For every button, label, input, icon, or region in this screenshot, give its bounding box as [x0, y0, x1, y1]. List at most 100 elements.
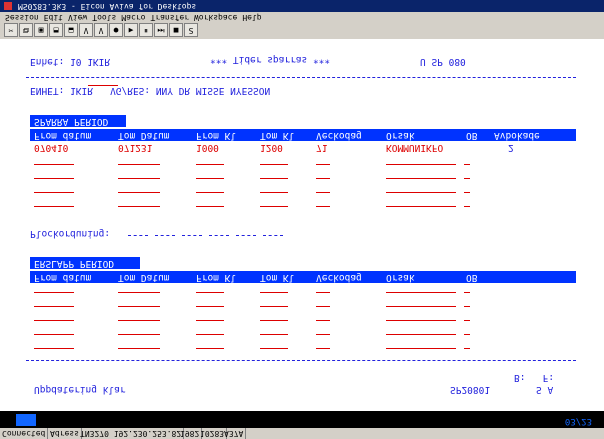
toolbar-button[interactable]: ✂ [4, 23, 18, 37]
row-orsak[interactable]: KOMMUNIKFO [386, 142, 443, 153]
input-field-line[interactable] [118, 348, 160, 349]
input-field-line[interactable] [34, 292, 74, 293]
plock-label: Plockorduning: [30, 228, 111, 239]
input-field-line[interactable] [260, 320, 288, 321]
toolbar-button[interactable]: ⬒ [49, 23, 63, 37]
input-field-line[interactable] [118, 164, 160, 165]
input-field-line[interactable] [196, 348, 224, 349]
input-field-line[interactable] [386, 206, 456, 207]
input-field-line[interactable] [386, 320, 456, 321]
toolbar-button[interactable]: ⧉ [19, 23, 33, 37]
input-field-line[interactable] [260, 292, 288, 293]
input-field-line[interactable] [34, 348, 74, 349]
toolbar-button[interactable]: V [79, 23, 93, 37]
menu-item-edit[interactable]: Edit [44, 13, 63, 22]
input-field-line[interactable] [196, 306, 224, 307]
screen-title: Uppdatering klar [34, 384, 126, 395]
input-field-line[interactable] [196, 206, 224, 207]
input-field-line[interactable] [464, 348, 470, 349]
input-field-line[interactable] [386, 292, 456, 293]
input-field-line[interactable] [34, 164, 74, 165]
input-field-line[interactable] [260, 164, 288, 165]
menu-item-workspace[interactable]: Workspace [194, 13, 237, 22]
input-field-line[interactable] [316, 306, 330, 307]
input-field-line[interactable] [464, 192, 470, 193]
toolbar-button[interactable]: ⏭ [154, 23, 168, 37]
toolbar-button[interactable]: ▣ [34, 23, 48, 37]
row-tom-date[interactable]: 071231 [118, 142, 152, 153]
input-field-line[interactable] [118, 192, 160, 193]
plock-slot[interactable] [155, 235, 175, 236]
input-field-line[interactable] [386, 192, 456, 193]
input-field-line[interactable] [118, 320, 160, 321]
input-field-line[interactable] [386, 306, 456, 307]
input-field-line[interactable] [196, 292, 224, 293]
input-field-line[interactable] [260, 206, 288, 207]
plock-slot[interactable] [182, 235, 202, 236]
input-field-line[interactable] [118, 178, 160, 179]
input-field-line[interactable] [386, 348, 456, 349]
input-field-line[interactable] [386, 178, 456, 179]
col-from-datum: From datum [34, 272, 92, 283]
toolbar-button[interactable]: ⬓ [64, 23, 78, 37]
input-field-line[interactable] [386, 164, 456, 165]
input-field-line[interactable] [464, 320, 470, 321]
input-field-line[interactable] [316, 192, 330, 193]
input-field-line[interactable] [34, 206, 74, 207]
toolbar-button[interactable]: ⏸ [139, 23, 153, 37]
input-field-line[interactable] [316, 348, 330, 349]
menu-item-session[interactable]: Session [5, 13, 39, 22]
plock-slot[interactable] [236, 235, 256, 236]
input-field-line[interactable] [260, 192, 288, 193]
input-field-line[interactable] [118, 292, 160, 293]
col-tom-datum: Tom Datum [118, 272, 170, 283]
toolbar-button[interactable]: V [94, 23, 108, 37]
menu-item-macro[interactable]: Macro [121, 13, 145, 22]
plock-slot[interactable] [128, 235, 148, 236]
input-field-line[interactable] [196, 192, 224, 193]
input-field-line[interactable] [316, 206, 330, 207]
menu-item-help[interactable]: Help [242, 13, 261, 22]
input-field-line[interactable] [34, 320, 74, 321]
toolbar-button[interactable]: ▶ [124, 23, 138, 37]
menu-item-transfer[interactable]: Transfer [150, 13, 189, 22]
menu-item-view[interactable]: View [68, 13, 87, 22]
input-field-line[interactable] [118, 334, 160, 335]
menu-item-tools[interactable]: Tools [92, 13, 116, 22]
toolbar-button[interactable]: ● [109, 23, 123, 37]
toolbar-button[interactable]: Ƨ [184, 23, 198, 37]
input-field-line[interactable] [260, 178, 288, 179]
input-field-line[interactable] [386, 334, 456, 335]
input-field-line[interactable] [260, 306, 288, 307]
input-field-line[interactable] [34, 334, 74, 335]
input-field-line[interactable] [34, 192, 74, 193]
input-field-line[interactable] [196, 334, 224, 335]
input-field-line[interactable] [464, 164, 470, 165]
input-field-line[interactable] [316, 334, 330, 335]
input-field-line[interactable] [196, 178, 224, 179]
input-field-line[interactable] [464, 206, 470, 207]
input-field-line[interactable] [34, 306, 74, 307]
plock-slot[interactable] [209, 235, 229, 236]
input-field-line[interactable] [464, 306, 470, 307]
input-field-line[interactable] [316, 320, 330, 321]
input-field-line[interactable] [118, 206, 160, 207]
input-field-line[interactable] [260, 334, 288, 335]
input-field-line[interactable] [316, 292, 330, 293]
row-from-date[interactable]: 070410 [34, 142, 68, 153]
row-from-kl[interactable]: 1000 [196, 142, 219, 153]
input-field-line[interactable] [316, 178, 330, 179]
input-field-line[interactable] [316, 164, 330, 165]
input-field-line[interactable] [196, 164, 224, 165]
input-field-line[interactable] [464, 292, 470, 293]
input-field-line[interactable] [34, 178, 74, 179]
input-field-line[interactable] [260, 348, 288, 349]
input-field-line[interactable] [196, 320, 224, 321]
row-veckodag[interactable]: 71 [316, 142, 327, 153]
plock-slot[interactable] [263, 235, 283, 236]
input-field-line[interactable] [464, 334, 470, 335]
input-field-line[interactable] [118, 306, 160, 307]
row-tom-kl[interactable]: 1200 [260, 142, 283, 153]
input-field-line[interactable] [464, 178, 470, 179]
toolbar-button[interactable]: ■ [169, 23, 183, 37]
